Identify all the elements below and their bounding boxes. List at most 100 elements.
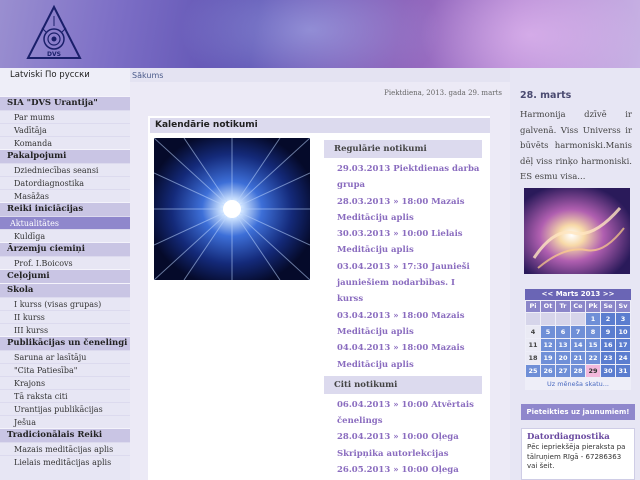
calendar-month-view-link[interactable]: Uz mēneša skatu...: [525, 378, 631, 390]
nav-item[interactable]: Saruna ar lasītāju: [0, 350, 130, 363]
nav-item[interactable]: Dziedniecības seansi: [0, 163, 130, 176]
calendar-day[interactable]: 23: [601, 352, 615, 364]
calendar-day[interactable]: 8: [586, 326, 600, 338]
calendar-day[interactable]: 7: [571, 326, 585, 338]
breadcrumb-home-link[interactable]: Sākums: [132, 71, 163, 80]
calendar-day[interactable]: 24: [616, 352, 630, 364]
eye-triangle-logo-icon: DVS: [26, 4, 82, 59]
event-calendar: << Marts 2013 >> Pi Ot Tr Ce Pk Se Sv 1 2 3 4 5 6 7 8 9…: [525, 289, 631, 390]
calendar-day[interactable]: 26: [541, 365, 555, 377]
event-link[interactable]: 28.03.2013 » 18:00 Mazais Meditāciju apl…: [337, 194, 482, 227]
nav-item[interactable]: III kurss: [0, 323, 130, 336]
calendar-weekday: Tr: [556, 301, 570, 312]
nav-section-heading[interactable]: Pakalpojumi: [0, 149, 130, 163]
promo-box: Datordiagnostika Pēc iepriekšēja pieraks…: [521, 428, 635, 480]
cosmic-burst-image: [154, 138, 310, 280]
nav-section-heading[interactable]: Reiki iniciācijas: [0, 202, 130, 216]
nav-section-heading[interactable]: Publikācijas un čenelingi: [0, 336, 130, 350]
calendar-day[interactable]: 21: [571, 352, 585, 364]
calendar-day[interactable]: 5: [541, 326, 555, 338]
calendar-day[interactable]: 20: [556, 352, 570, 364]
nav-item[interactable]: Lielais meditācijas aplis: [0, 455, 130, 468]
right-sidebar: 28. marts Harmonija dzīvē ir galvenā. Vi…: [510, 68, 640, 480]
event-link[interactable]: 04.04.2013 » 18:00 Mazais Meditāciju apl…: [337, 340, 482, 373]
calendar-day[interactable]: 3: [616, 313, 630, 325]
nav-item[interactable]: Par mums: [0, 110, 130, 123]
nav-item[interactable]: "Cita Patiesība": [0, 363, 130, 376]
nav-section-heading[interactable]: Skola: [0, 283, 130, 297]
lang-russian-link[interactable]: По русски: [45, 70, 90, 80]
promo-title-link[interactable]: Datordiagnostika: [527, 432, 629, 443]
calendar-day[interactable]: 28: [571, 365, 585, 377]
nav-item[interactable]: Komanda: [0, 136, 130, 149]
events-panel: Kalendārie notikumi Regulārie notikumi 2…: [148, 116, 490, 480]
nav-item[interactable]: Masāžas: [0, 189, 130, 202]
nav-item[interactable]: Vadītāja: [0, 123, 130, 136]
nav-item[interactable]: Prof. I.Boicovs: [0, 256, 130, 269]
event-link[interactable]: 29.03.2013 Piektdienas darba grupa: [337, 161, 482, 194]
calendar-day[interactable]: 14: [571, 339, 585, 351]
calendar-day[interactable]: 22: [586, 352, 600, 364]
nav-item[interactable]: Mazais meditācijas aplis: [0, 442, 130, 455]
event-link[interactable]: 30.03.2013 » 10:00 Lielais Meditāciju ap…: [337, 226, 482, 259]
event-link[interactable]: 06.04.2013 » 10:00 Atvērtais čenelings: [337, 397, 482, 430]
subscribe-news-button[interactable]: Pieteikties uz jaunumiem!: [521, 404, 635, 420]
event-link[interactable]: 03.04.2013 » 17:30 Jaunieši jauniešiem n…: [337, 259, 482, 308]
event-link[interactable]: 28.04.2013 » 10:00 Oļega Skripņika autor…: [337, 429, 482, 462]
nav-item[interactable]: Urantijas publikācijas: [0, 402, 130, 415]
event-link[interactable]: 26.05.2013 » 10:00 Oļega Skripņika autor…: [337, 462, 482, 480]
nav-item[interactable]: Datordiagnostika: [0, 176, 130, 189]
calendar-weekday: Se: [601, 301, 615, 312]
site-logo[interactable]: DVS: [24, 4, 84, 64]
calendar-day[interactable]: 12: [541, 339, 555, 351]
calendar-day[interactable]: 9: [601, 326, 615, 338]
regular-events-list: 29.03.2013 Piektdienas darba grupa 28.03.…: [324, 158, 482, 376]
nav-item[interactable]: Aktualitātes: [0, 216, 130, 229]
event-link[interactable]: 03.04.2013 » 18:00 Mazais Meditāciju apl…: [337, 308, 482, 341]
calendar-weekday: Pk: [586, 301, 600, 312]
calendar-day[interactable]: 30: [601, 365, 615, 377]
calendar-day[interactable]: 29: [586, 365, 600, 377]
energy-hands-image: [524, 188, 630, 274]
calendar-day[interactable]: 2: [601, 313, 615, 325]
calendar-day[interactable]: 11: [526, 339, 540, 351]
panel-title: Kalendārie notikumi: [150, 118, 490, 133]
calendar-empty-cell: [526, 313, 540, 325]
hands-light-icon: [524, 188, 630, 274]
nav-section-heading[interactable]: SIA "DVS Urantija": [0, 96, 130, 110]
logo-text: DVS: [47, 51, 61, 58]
calendar-day[interactable]: 19: [541, 352, 555, 364]
nav-item[interactable]: I kurss (visas grupas): [0, 297, 130, 310]
calendar-day[interactable]: 1: [586, 313, 600, 325]
calendar-day[interactable]: 31: [616, 365, 630, 377]
calendar-day[interactable]: 16: [601, 339, 615, 351]
calendar-day[interactable]: 17: [616, 339, 630, 351]
nav-item[interactable]: Krajons: [0, 376, 130, 389]
quote-date: 28. marts: [520, 90, 572, 101]
calendar-weekday: Pi: [526, 301, 540, 312]
daily-quote: Harmonija dzīvē ir galvenā. Viss Univers…: [520, 110, 632, 182]
other-events-list: 06.04.2013 » 10:00 Atvērtais čenelings 28…: [324, 394, 482, 480]
calendar-empty-cell: [556, 313, 570, 325]
nav-item[interactable]: II kurss: [0, 310, 130, 323]
calendar-empty-cell: [571, 313, 585, 325]
nav-item[interactable]: Tā raksta citi: [0, 389, 130, 402]
nav-section-heading[interactable]: Ārzemju ciemiņi: [0, 242, 130, 256]
other-events-heading: Citi notikumi: [324, 375, 482, 394]
calendar-day[interactable]: 6: [556, 326, 570, 338]
calendar-month-nav[interactable]: << Marts 2013 >>: [525, 289, 631, 300]
calendar-day[interactable]: 25: [526, 365, 540, 377]
calendar-day[interactable]: 4: [526, 326, 540, 338]
nav-section-heading[interactable]: Tradicionālais Reiki: [0, 428, 130, 442]
nav-item[interactable]: Kuldīga: [0, 229, 130, 242]
nav-section-heading[interactable]: Ceļojumi: [0, 269, 130, 283]
calendar-day[interactable]: 15: [586, 339, 600, 351]
calendar-weekday: Ot: [541, 301, 555, 312]
calendar-day[interactable]: 13: [556, 339, 570, 351]
calendar-day[interactable]: 27: [556, 365, 570, 377]
breadcrumb: Sākums: [130, 68, 510, 82]
nav-item[interactable]: Ješua: [0, 415, 130, 428]
calendar-day[interactable]: 18: [526, 352, 540, 364]
calendar-day[interactable]: 10: [616, 326, 630, 338]
lang-latvian-link[interactable]: Latviski: [10, 70, 42, 80]
